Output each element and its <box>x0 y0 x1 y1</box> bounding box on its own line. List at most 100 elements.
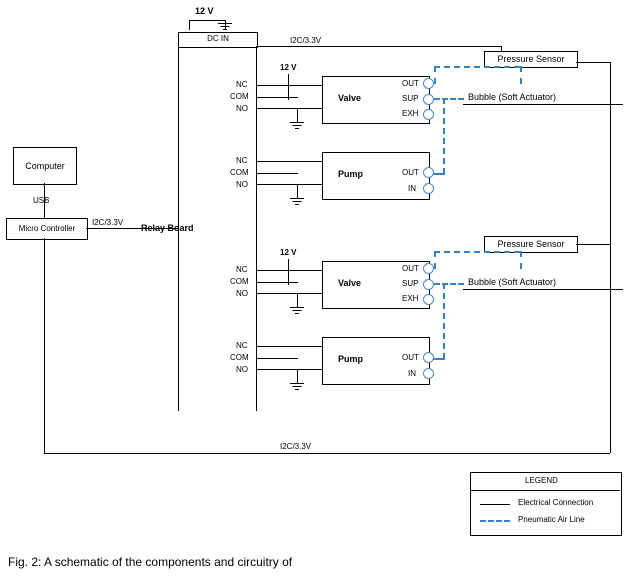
relay-no-4: NO <box>236 365 248 374</box>
relay-no-2: NO <box>236 180 248 189</box>
pressure-sensor-label-2: Pressure Sensor <box>497 239 564 249</box>
wire <box>256 161 322 162</box>
relay-com-1: COM <box>230 92 249 101</box>
valve-exh-1: EXH <box>402 109 418 118</box>
pneumatic-line <box>434 98 464 100</box>
wire <box>256 358 298 359</box>
legend-pn-label: Pneumatic Air Line <box>518 515 585 524</box>
relay-no-1: NO <box>236 104 248 113</box>
wire <box>256 108 322 109</box>
bus-label-mid: I2C/3.3V <box>92 218 123 227</box>
pneumatic-line <box>433 173 445 175</box>
micro-label: Micro Controller <box>19 224 75 233</box>
wire <box>189 20 190 30</box>
pneumatic-line <box>433 358 445 360</box>
valve-label-1: Valve <box>338 93 361 103</box>
micro-controller-box: Micro Controller <box>6 218 88 240</box>
port <box>423 109 434 120</box>
ground-icon <box>290 307 304 319</box>
wire <box>256 270 322 271</box>
pneumatic-line <box>434 251 520 253</box>
relay-board-label: Relay Board <box>141 223 194 233</box>
wire <box>256 369 322 370</box>
wire <box>576 244 610 245</box>
relay-nc-3: NC <box>236 265 248 274</box>
wire <box>256 184 322 185</box>
wire <box>256 346 322 347</box>
legend-divider <box>470 490 620 491</box>
wire-bus-top <box>256 46 501 47</box>
legend-title: LEGEND <box>525 476 558 485</box>
valve-label-2: Valve <box>338 278 361 288</box>
wire <box>256 173 298 174</box>
wire <box>256 97 298 98</box>
usb-label: USB <box>33 196 49 205</box>
wire <box>297 293 298 307</box>
pump-in-2: IN <box>408 369 416 378</box>
bubble-label-2: Bubble (Soft Actuator) <box>468 277 556 287</box>
label-12v-m1: 12 V <box>280 63 296 72</box>
port <box>423 368 434 379</box>
computer-label: Computer <box>25 161 65 171</box>
pump-label-2: Pump <box>338 354 363 364</box>
wire <box>463 289 623 290</box>
valve-exh-2: EXH <box>402 294 418 303</box>
port <box>423 94 434 105</box>
pump-label-1: Pump <box>338 169 363 179</box>
pump-out-2: OUT <box>402 353 419 362</box>
ground-icon <box>290 122 304 134</box>
wire-bus-bottom <box>44 453 610 454</box>
label-12v-top: 12 V <box>195 6 214 16</box>
wire <box>610 62 611 453</box>
wire <box>44 238 45 453</box>
pneumatic-line <box>443 98 445 174</box>
legend-pn-line <box>480 520 510 522</box>
figure-caption: Fig. 2: A schematic of the components an… <box>8 555 292 569</box>
valve-out-2: OUT <box>402 264 419 273</box>
pneumatic-line <box>443 283 445 359</box>
relay-no-3: NO <box>236 289 248 298</box>
ground-icon <box>290 198 304 210</box>
ground-icon <box>290 383 304 395</box>
valve-out-1: OUT <box>402 79 419 88</box>
pneumatic-line <box>520 251 522 269</box>
pneumatic-line <box>434 66 520 68</box>
port <box>423 279 434 290</box>
relay-nc-4: NC <box>236 341 248 350</box>
pneumatic-line <box>434 66 436 84</box>
legend-el-label: Electrical Connection <box>518 498 593 507</box>
port <box>423 352 434 363</box>
relay-nc-1: NC <box>236 80 248 89</box>
port <box>423 78 434 89</box>
relay-nc-2: NC <box>236 156 248 165</box>
wire <box>576 62 610 63</box>
wire <box>189 20 225 21</box>
relay-com-2: COM <box>230 168 249 177</box>
pressure-sensor-label: Pressure Sensor <box>497 54 564 64</box>
dc-in-box: DC IN <box>178 32 258 48</box>
valve-sup-2: SUP <box>402 279 418 288</box>
wire <box>256 293 322 294</box>
computer-box: Computer <box>13 147 77 185</box>
bus-label-top: I2C/3.3V <box>290 36 321 45</box>
wire <box>297 184 298 198</box>
bubble-label-1: Bubble (Soft Actuator) <box>468 92 556 102</box>
bus-label-bottom: I2C/3.3V <box>280 442 311 451</box>
valve-sup-1: SUP <box>402 94 418 103</box>
wire <box>297 108 298 122</box>
pump-out-1: OUT <box>402 168 419 177</box>
wire <box>297 369 298 383</box>
port <box>423 294 434 305</box>
pneumatic-line <box>520 66 522 84</box>
port <box>423 167 434 178</box>
legend-el-line <box>480 504 510 505</box>
wire <box>463 104 623 105</box>
pneumatic-line <box>434 251 436 269</box>
wire <box>256 282 298 283</box>
pneumatic-line <box>434 283 464 285</box>
port <box>423 183 434 194</box>
pump-in-1: IN <box>408 184 416 193</box>
wire <box>256 85 322 86</box>
relay-com-4: COM <box>230 353 249 362</box>
dc-in-label: DC IN <box>207 34 229 43</box>
